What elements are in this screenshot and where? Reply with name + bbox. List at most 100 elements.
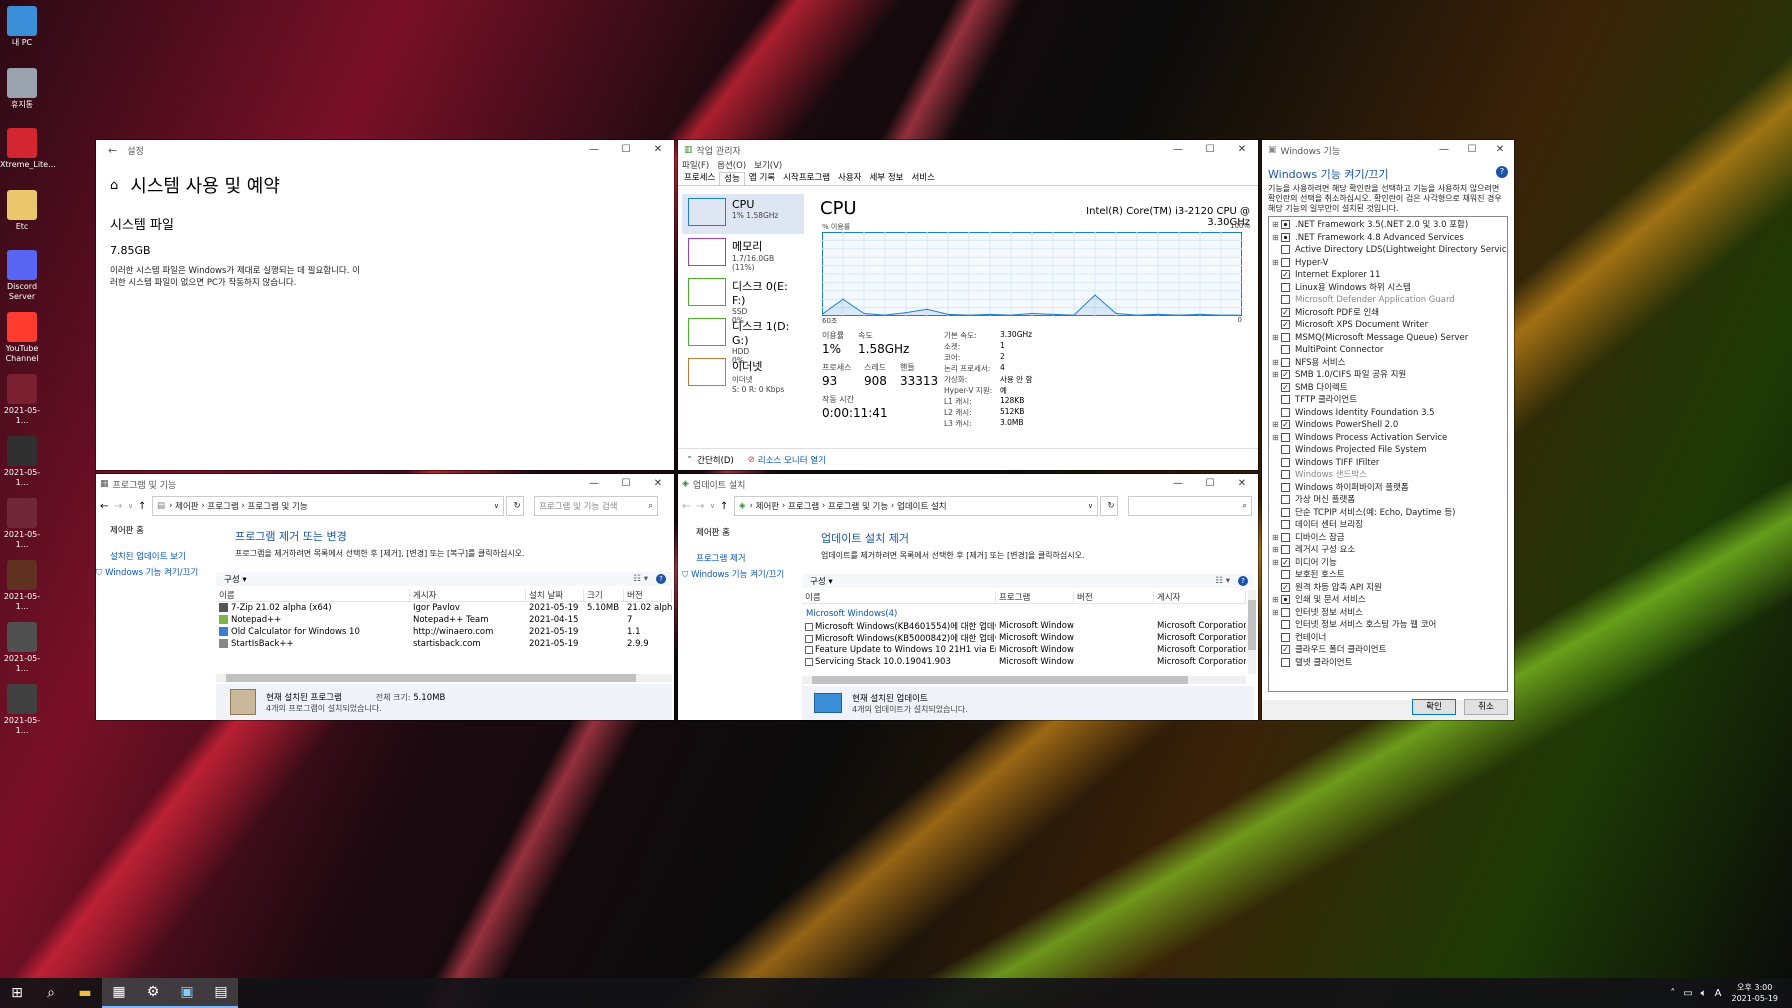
feature-item[interactable]: ✓ Internet Explorer 11: [1272, 269, 1505, 282]
feature-checkbox[interactable]: [1281, 245, 1290, 254]
ime-indicator[interactable]: A: [1715, 988, 1722, 999]
view-options-icon[interactable]: ☷ ▾: [1215, 576, 1230, 586]
expand-icon[interactable]: ⊞: [1272, 419, 1281, 432]
close-icon[interactable]: ✕: [642, 474, 674, 494]
feature-checkbox[interactable]: [1281, 257, 1290, 267]
vertical-scrollbar[interactable]: [1248, 590, 1256, 674]
address-dropdown-icon[interactable]: ∨: [494, 502, 499, 510]
feature-checkbox[interactable]: [1281, 232, 1290, 242]
feature-item[interactable]: 보호된 호스트: [1272, 569, 1505, 582]
feature-item[interactable]: ⊞ 디바이스 잠금: [1272, 532, 1505, 545]
column-header[interactable]: 크기: [584, 588, 624, 601]
expand-icon[interactable]: ⊞: [1272, 357, 1281, 370]
feature-checkbox[interactable]: [1281, 595, 1290, 604]
address-bar[interactable]: ◈ › 제어판 › 프로그램 › 프로그램 및 기능 › 업데이트 설치 ∨: [734, 496, 1098, 516]
maximize-icon[interactable]: ☐: [1194, 140, 1226, 160]
perf-item[interactable]: 디스크 1(D: G:) HDD 0%: [682, 314, 804, 365]
feature-item[interactable]: ⊞ Hyper-V: [1272, 257, 1505, 270]
control-panel-home-link[interactable]: 제어판 홈: [696, 526, 784, 538]
up-arrow-icon[interactable]: ↑: [138, 501, 152, 512]
refresh-button[interactable]: ↻: [1100, 496, 1118, 516]
feature-checkbox[interactable]: [1281, 357, 1290, 367]
feature-checkbox[interactable]: [1281, 457, 1290, 467]
up-arrow-icon[interactable]: ↑: [720, 501, 734, 512]
maximize-icon[interactable]: ☐: [610, 140, 642, 160]
feature-item[interactable]: ⊞ 레거시 구성 요소: [1272, 544, 1505, 557]
close-icon[interactable]: ✕: [1486, 140, 1514, 160]
feature-item[interactable]: ✓ Microsoft XPS Document Writer: [1272, 319, 1505, 332]
group-header[interactable]: Microsoft Windows(4): [802, 607, 1246, 620]
uninstall-program-link[interactable]: 프로그램 제거: [696, 552, 784, 564]
desktop-icon[interactable]: 2021-05-1...: [0, 560, 44, 612]
feature-checkbox[interactable]: [1281, 395, 1290, 404]
view-installed-updates-link[interactable]: 설치된 업데이트 보기: [110, 550, 198, 562]
tab-3[interactable]: 시작프로그램: [779, 172, 834, 185]
feature-item[interactable]: TFTP 클라이언트: [1272, 394, 1505, 407]
menu-item[interactable]: 옵션(O): [717, 160, 746, 172]
desktop-icon[interactable]: 2021-05-1...: [0, 498, 44, 550]
feature-item[interactable]: Active Directory LDS(Lightweight Directo…: [1272, 244, 1507, 257]
start-button[interactable]: ⊞: [0, 978, 34, 1008]
table-row[interactable]: Old Calculator for Windows 10 http://wina…: [216, 626, 672, 638]
table-row[interactable]: Feature Update to Windows 10 21H1 via En…: [802, 644, 1246, 656]
feature-item[interactable]: Windows Projected File System: [1272, 444, 1505, 457]
perf-item[interactable]: 디스크 0(E: F:) SSD 0%: [682, 274, 804, 325]
volume-icon[interactable]: 🔈︎: [1701, 988, 1707, 999]
collapse-icon[interactable]: ⌃: [686, 455, 693, 465]
expand-icon[interactable]: ⊞: [1272, 369, 1281, 382]
back-arrow-icon[interactable]: ←: [100, 501, 114, 512]
control-panel-home-link[interactable]: 제어판 홈: [110, 524, 198, 536]
back-arrow-icon[interactable]: ←: [108, 144, 117, 157]
breadcrumb-control-panel[interactable]: 제어판: [756, 500, 779, 512]
feature-checkbox[interactable]: [1281, 607, 1290, 617]
forward-arrow-icon[interactable]: →: [114, 501, 128, 512]
feature-item[interactable]: Windows TIFF IFilter: [1272, 457, 1505, 470]
desktop-icon[interactable]: 2021-05-1...: [0, 436, 44, 488]
forward-arrow-icon[interactable]: →: [696, 501, 710, 512]
refresh-button[interactable]: ↻: [506, 496, 524, 516]
organize-menu[interactable]: 구성 ▾: [810, 575, 833, 587]
desktop-icon[interactable]: Discord Server: [0, 250, 44, 302]
maximize-icon[interactable]: ☐: [610, 474, 642, 494]
feature-item[interactable]: Windows Identity Foundation 3.5: [1272, 407, 1505, 420]
taskbar-control-panel[interactable]: ▦: [102, 978, 136, 1008]
column-header[interactable]: 프로그램: [996, 590, 1074, 603]
expand-icon[interactable]: ⊞: [1272, 232, 1281, 245]
column-header[interactable]: 게시자: [1154, 590, 1246, 603]
feature-item[interactable]: ⊞ 인터넷 정보 서비스: [1272, 607, 1505, 620]
cancel-button[interactable]: 취소: [1464, 699, 1508, 715]
close-icon[interactable]: ✕: [642, 140, 674, 160]
feature-checkbox[interactable]: [1281, 620, 1290, 629]
feature-checkbox[interactable]: ✓: [1281, 320, 1290, 329]
organize-menu[interactable]: 구성 ▾: [224, 573, 247, 585]
feature-item[interactable]: Windows 하이퍼바이저 플랫폼: [1272, 482, 1505, 495]
perf-item[interactable]: 메모리 1.7/16.0GB (11%): [682, 234, 804, 274]
breadcrumb-programs[interactable]: 프로그램: [207, 500, 238, 512]
feature-checkbox[interactable]: [1281, 545, 1290, 554]
programs-search[interactable]: 프로그램 및 기능 검색 ⌕: [534, 496, 658, 516]
feature-checkbox[interactable]: [1281, 520, 1290, 529]
network-icon[interactable]: ▭: [1683, 988, 1692, 999]
feature-item[interactable]: 데이터 센터 브리징: [1272, 519, 1505, 532]
desktop-icon[interactable]: Xtreme_Lite...: [0, 128, 56, 170]
windows-features-link[interactable]: Windows 기능 켜기/끄기: [105, 568, 198, 578]
feature-item[interactable]: ⊞ .NET Framework 4.8 Advanced Services: [1272, 232, 1505, 245]
tray-chevron-icon[interactable]: ˄: [1670, 988, 1675, 999]
taskbar-windows-features[interactable]: ▤: [204, 978, 238, 1008]
address-bar[interactable]: ▤ › 제어판 › 프로그램 › 프로그램 및 기능 ∨: [152, 496, 504, 516]
expand-icon[interactable]: ⊞: [1272, 257, 1281, 270]
expand-icon[interactable]: ⊞: [1272, 532, 1281, 545]
table-row[interactable]: Notepad++ Notepad++ Team 2021-04-15 7: [216, 614, 672, 626]
feature-checkbox[interactable]: ✓: [1281, 370, 1290, 379]
feature-checkbox[interactable]: [1281, 495, 1290, 504]
resource-monitor-link[interactable]: 리소스 모니터 열기: [758, 454, 826, 466]
recent-chevron-icon[interactable]: ∨: [128, 502, 138, 510]
feature-item[interactable]: ⊞ Windows Process Activation Service: [1272, 432, 1505, 445]
perf-item[interactable]: CPU 1% 1.58GHz: [682, 194, 804, 234]
menu-item[interactable]: 보기(V): [754, 160, 782, 172]
feature-item[interactable]: ⊞ ✓ Windows PowerShell 2.0: [1272, 419, 1505, 432]
desktop-icon[interactable]: 2021-05-1...: [0, 374, 44, 426]
feature-checkbox[interactable]: [1281, 532, 1290, 542]
windows-features-link[interactable]: Windows 기능 켜기/끄기: [691, 570, 784, 580]
close-icon[interactable]: ✕: [1226, 140, 1258, 160]
